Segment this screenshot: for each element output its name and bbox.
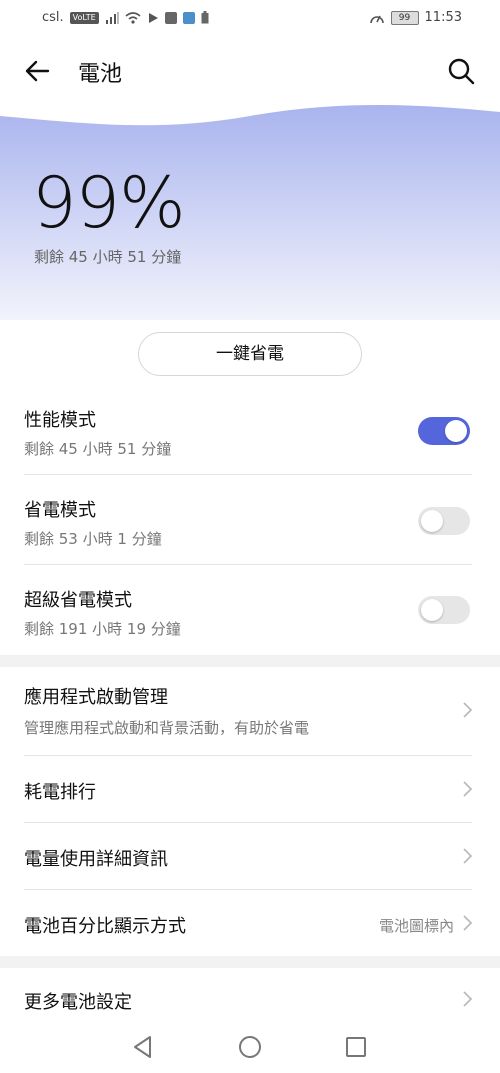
chevron-right-icon [463, 781, 473, 797]
power-saving-mode-remaining: 剩餘 53 小時 1 分鐘 [24, 530, 162, 548]
switch-knob [421, 599, 443, 621]
circle-home-icon[interactable] [235, 1032, 265, 1062]
power-consumption-ranking-row[interactable]: 耗電排行 [0, 778, 500, 808]
battery-usage-details-row[interactable]: 電量使用詳細資訊 [0, 845, 500, 875]
chevron-right-icon [463, 915, 473, 931]
battery-usage-details-title: 電量使用詳細資訊 [24, 849, 168, 870]
square-recents-icon[interactable] [341, 1032, 371, 1062]
power-consumption-ranking-title: 耗電排行 [24, 782, 96, 803]
battery-percentage-display-title: 電池百分比顯示方式 [24, 916, 186, 937]
performance-mode-title: 性能模式 [24, 410, 96, 431]
battery-remaining-time: 剩餘 45 小時 51 分鐘 [34, 248, 182, 266]
clock: 11:53 [424, 10, 462, 25]
carrier-label: csl. [42, 10, 64, 25]
performance-mode-row[interactable]: 性能模式 剩餘 45 小時 51 分鐘 [0, 400, 500, 490]
status-bar-right: 99 11:53 [369, 10, 462, 25]
ultra-power-saving-mode-remaining: 剩餘 191 小時 19 分鐘 [24, 620, 181, 638]
battery-hero: 99% 剩餘 45 小時 51 分鐘 [0, 102, 500, 320]
section-separator [0, 956, 500, 968]
battery-percentage: 99% [32, 162, 186, 244]
one-key-power-saving-button[interactable]: 一鍵省電 [138, 332, 362, 376]
more-battery-settings-row[interactable]: 更多電池設定 [0, 988, 500, 1018]
switch-knob [445, 420, 467, 442]
battery-percentage-display-row[interactable]: 電池百分比顯示方式 電池圖標內 [0, 912, 500, 942]
divider [24, 564, 472, 565]
system-navigation-bar [0, 1020, 500, 1073]
app-launch-management-subtitle: 管理應用程式啟動和背景活動，有助於省電 [24, 719, 310, 737]
signal-icon [105, 11, 119, 24]
performance-mode-switch[interactable] [418, 417, 470, 445]
battery-small-icon [201, 11, 209, 24]
search-icon [448, 58, 475, 85]
app-launch-management-row[interactable]: 應用程式啟動管理 管理應用程式啟動和背景活動，有助於省電 [0, 683, 500, 745]
arrow-left-icon [25, 60, 50, 82]
status-bar: csl. VoLTE 99 11:53 [0, 0, 500, 40]
triangle-back-icon[interactable] [128, 1032, 158, 1062]
divider [24, 474, 472, 475]
volte-icon: VoLTE [69, 11, 99, 24]
app-launch-management-title: 應用程式啟動管理 [24, 687, 168, 708]
divider [24, 755, 472, 756]
chevron-right-icon [463, 702, 473, 718]
status-bar-left: csl. VoLTE [42, 10, 209, 25]
power-saving-mode-title: 省電模式 [24, 500, 96, 521]
play-icon [148, 12, 158, 23]
power-saving-mode-switch[interactable] [418, 507, 470, 535]
search-button[interactable] [444, 54, 478, 88]
page-title: 電池 [78, 62, 123, 87]
chevron-right-icon [463, 991, 473, 1007]
back-button[interactable] [20, 54, 54, 88]
ultra-power-saving-mode-title: 超級省電模式 [24, 590, 132, 611]
app-bar: 電池 [0, 40, 500, 102]
wifi-icon [125, 11, 141, 24]
chevron-right-icon [463, 848, 473, 864]
battery-icon: 99 [390, 10, 419, 25]
mail-icon [164, 11, 177, 24]
switch-knob [421, 510, 443, 532]
divider [24, 889, 472, 890]
more-battery-settings-title: 更多電池設定 [24, 992, 132, 1013]
ultra-power-saving-mode-switch[interactable] [418, 596, 470, 624]
divider [24, 822, 472, 823]
performance-mode-remaining: 剩餘 45 小時 51 分鐘 [24, 440, 172, 458]
speedometer-icon [369, 15, 384, 23]
power-saving-mode-row[interactable]: 省電模式 剩餘 53 小時 1 分鐘 [0, 490, 500, 580]
section-separator [0, 655, 500, 667]
battery-percentage-display-value: 電池圖標內 [378, 917, 454, 935]
app-icon [182, 11, 195, 24]
